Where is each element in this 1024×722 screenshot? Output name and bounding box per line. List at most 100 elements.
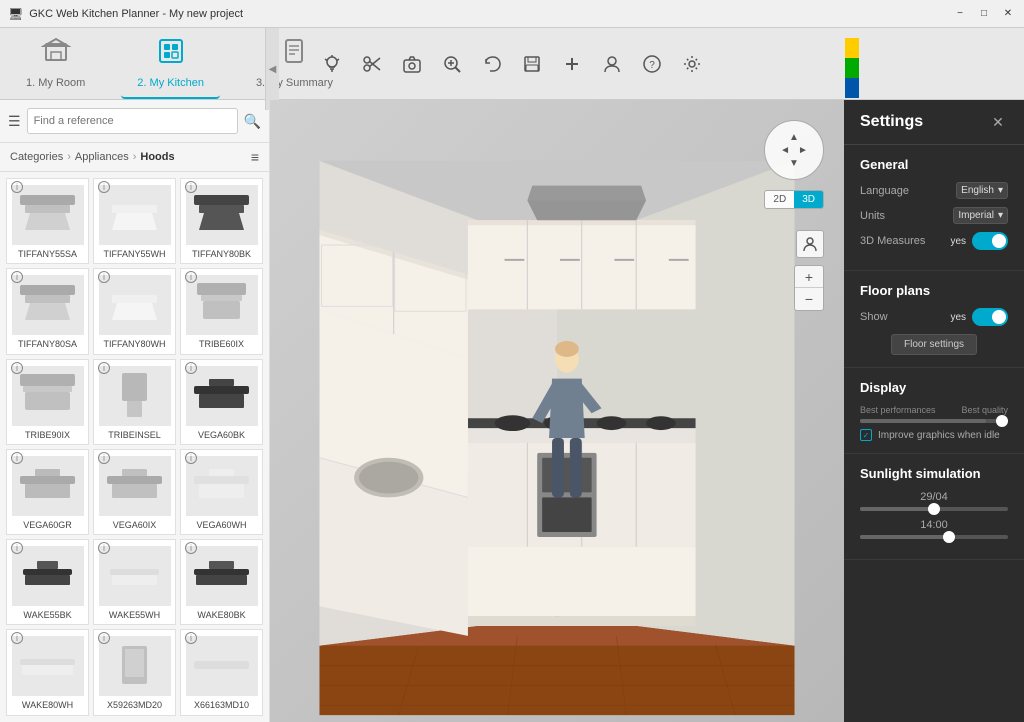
info-icon[interactable]: i xyxy=(185,362,197,374)
list-item[interactable]: i WAKE80BK xyxy=(180,539,263,625)
show-floor-plans-toggle[interactable]: yes xyxy=(950,308,1008,326)
improve-graphics-checkbox[interactable] xyxy=(860,429,872,441)
profile-icon[interactable] xyxy=(596,48,628,80)
quality-slider[interactable] xyxy=(860,419,1008,423)
close-button[interactable]: ✕ xyxy=(1000,6,1016,22)
sunlight-time-slider[interactable] xyxy=(860,535,1008,539)
view-3d-button[interactable]: 3D xyxy=(794,191,823,208)
color-palette-bar[interactable] xyxy=(845,38,859,98)
list-item[interactable]: i TIFFANY80WH xyxy=(93,268,176,354)
title-bar: 🖥 GKC Web Kitchen Planner - My new proje… xyxy=(0,0,1024,28)
floor-settings-button[interactable]: Floor settings xyxy=(891,334,977,355)
product-label: TIFFANY55WH xyxy=(103,249,165,259)
quality-slider-thumb[interactable] xyxy=(996,415,1008,427)
list-item[interactable]: i WAKE80WH xyxy=(6,629,89,715)
language-dropdown[interactable]: English ▾ xyxy=(956,182,1008,199)
person-view-button[interactable] xyxy=(796,230,824,258)
list-item[interactable]: i TIFFANY80BK xyxy=(180,178,263,264)
units-dropdown[interactable]: Imperial ▾ xyxy=(953,207,1008,224)
summary-tab-icon xyxy=(279,36,309,73)
breadcrumb-hoods[interactable]: Hoods xyxy=(140,151,174,163)
settings-close-button[interactable]: ✕ xyxy=(988,112,1008,132)
tab-my-room[interactable]: 1. My Room xyxy=(10,28,101,99)
info-icon[interactable]: i xyxy=(11,362,23,374)
product-image xyxy=(12,636,84,696)
zoom-out-button[interactable]: − xyxy=(795,288,823,310)
undo-icon[interactable] xyxy=(476,48,508,80)
info-icon[interactable]: i xyxy=(98,452,110,464)
product-image xyxy=(12,366,84,426)
info-icon[interactable]: i xyxy=(185,181,197,193)
units-label: Units xyxy=(860,210,885,222)
list-item[interactable]: i TIFFANY55WH xyxy=(93,178,176,264)
settings-gear-icon[interactable] xyxy=(676,48,708,80)
list-item[interactable]: i TIFFANY55SA xyxy=(6,178,89,264)
breadcrumb-appliances[interactable]: Appliances xyxy=(75,151,129,163)
help-icon[interactable]: ? xyxy=(636,48,668,80)
list-view-icon[interactable]: ≡ xyxy=(251,149,259,165)
list-item[interactable]: i X59263MD20 xyxy=(93,629,176,715)
info-icon[interactable]: i xyxy=(98,362,110,374)
product-label: WAKE55BK xyxy=(23,610,71,620)
view-2d-button[interactable]: 2D xyxy=(765,191,794,208)
list-item[interactable]: i X66163MD10 xyxy=(180,629,263,715)
info-icon[interactable]: i xyxy=(98,542,110,554)
room-tab-icon xyxy=(41,36,71,73)
general-section: General Language English ▾ Units Imperia… xyxy=(844,145,1024,271)
info-icon[interactable]: i xyxy=(11,542,23,554)
display-section: Display Best performances Best quality I… xyxy=(844,368,1024,454)
language-label: Language xyxy=(860,185,909,197)
show-floor-plans-switch[interactable] xyxy=(972,308,1008,326)
date-slider-thumb[interactable] xyxy=(928,503,940,515)
list-item[interactable]: i TIFFANY80SA xyxy=(6,268,89,354)
list-item[interactable]: i VEGA60BK xyxy=(180,359,263,445)
show-yes-label: yes xyxy=(950,312,966,323)
product-label: X59263MD20 xyxy=(107,700,162,710)
collapse-sidebar-button[interactable]: ◀ xyxy=(265,28,279,110)
main-toolbar: ? xyxy=(316,48,708,80)
language-row: Language English ▾ xyxy=(860,182,1008,199)
camera-icon[interactable] xyxy=(396,48,428,80)
scissors-icon[interactable] xyxy=(356,48,388,80)
time-slider-thumb[interactable] xyxy=(943,531,955,543)
bulb-icon[interactable] xyxy=(316,48,348,80)
3d-measures-toggle-switch[interactable] xyxy=(972,232,1008,250)
breadcrumb-categories[interactable]: Categories xyxy=(10,151,63,163)
sunlight-date: 29/04 xyxy=(860,491,1008,503)
sunlight-date-slider[interactable] xyxy=(860,507,1008,511)
nav-tabs: 1. My Room 2. My Kitchen xyxy=(10,28,349,99)
improve-graphics-row: Improve graphics when idle xyxy=(860,429,1008,441)
list-item[interactable]: i WAKE55WH xyxy=(93,539,176,625)
info-icon[interactable]: i xyxy=(185,542,197,554)
list-item[interactable]: i WAKE55BK xyxy=(6,539,89,625)
search-zoom-icon[interactable] xyxy=(436,48,468,80)
info-icon[interactable]: i xyxy=(185,452,197,464)
list-item[interactable]: i VEGA60WH xyxy=(180,449,263,535)
list-item[interactable]: i TRIBE90IX xyxy=(6,359,89,445)
tab-my-kitchen[interactable]: 2. My Kitchen xyxy=(121,28,220,99)
hamburger-menu-icon[interactable]: ☰ xyxy=(8,113,21,130)
list-item[interactable]: i TRIBEINSEL xyxy=(93,359,176,445)
show-label: Show xyxy=(860,311,888,323)
info-icon[interactable]: i xyxy=(98,181,110,193)
product-label: TRIBEINSEL xyxy=(108,430,161,440)
maximize-button[interactable]: □ xyxy=(976,6,992,22)
minimize-button[interactable]: − xyxy=(952,6,968,22)
list-item[interactable]: i TRIBE60IX xyxy=(180,268,263,354)
search-button[interactable]: 🔍 xyxy=(244,113,261,130)
search-input[interactable] xyxy=(27,108,238,134)
improve-graphics-label: Improve graphics when idle xyxy=(878,430,1000,441)
show-floor-plans-row: Show yes xyxy=(860,308,1008,326)
save-icon[interactable] xyxy=(516,48,548,80)
3d-measures-toggle[interactable]: yes xyxy=(950,232,1008,250)
info-icon[interactable]: i xyxy=(11,452,23,464)
compass-control[interactable]: ▲ ◄ ► ▼ xyxy=(764,120,824,180)
list-item[interactable]: i VEGA60GR xyxy=(6,449,89,535)
breadcrumb-sep-2: › xyxy=(133,151,137,163)
add-element-icon[interactable] xyxy=(556,48,588,80)
info-icon[interactable]: i xyxy=(11,181,23,193)
3d-viewport[interactable]: ▲ ◄ ► ▼ 2D 3D xyxy=(270,100,844,722)
zoom-in-button[interactable]: + xyxy=(795,266,823,288)
list-item[interactable]: i VEGA60IX xyxy=(93,449,176,535)
floor-settings-button-wrapper: Floor settings xyxy=(860,334,1008,355)
